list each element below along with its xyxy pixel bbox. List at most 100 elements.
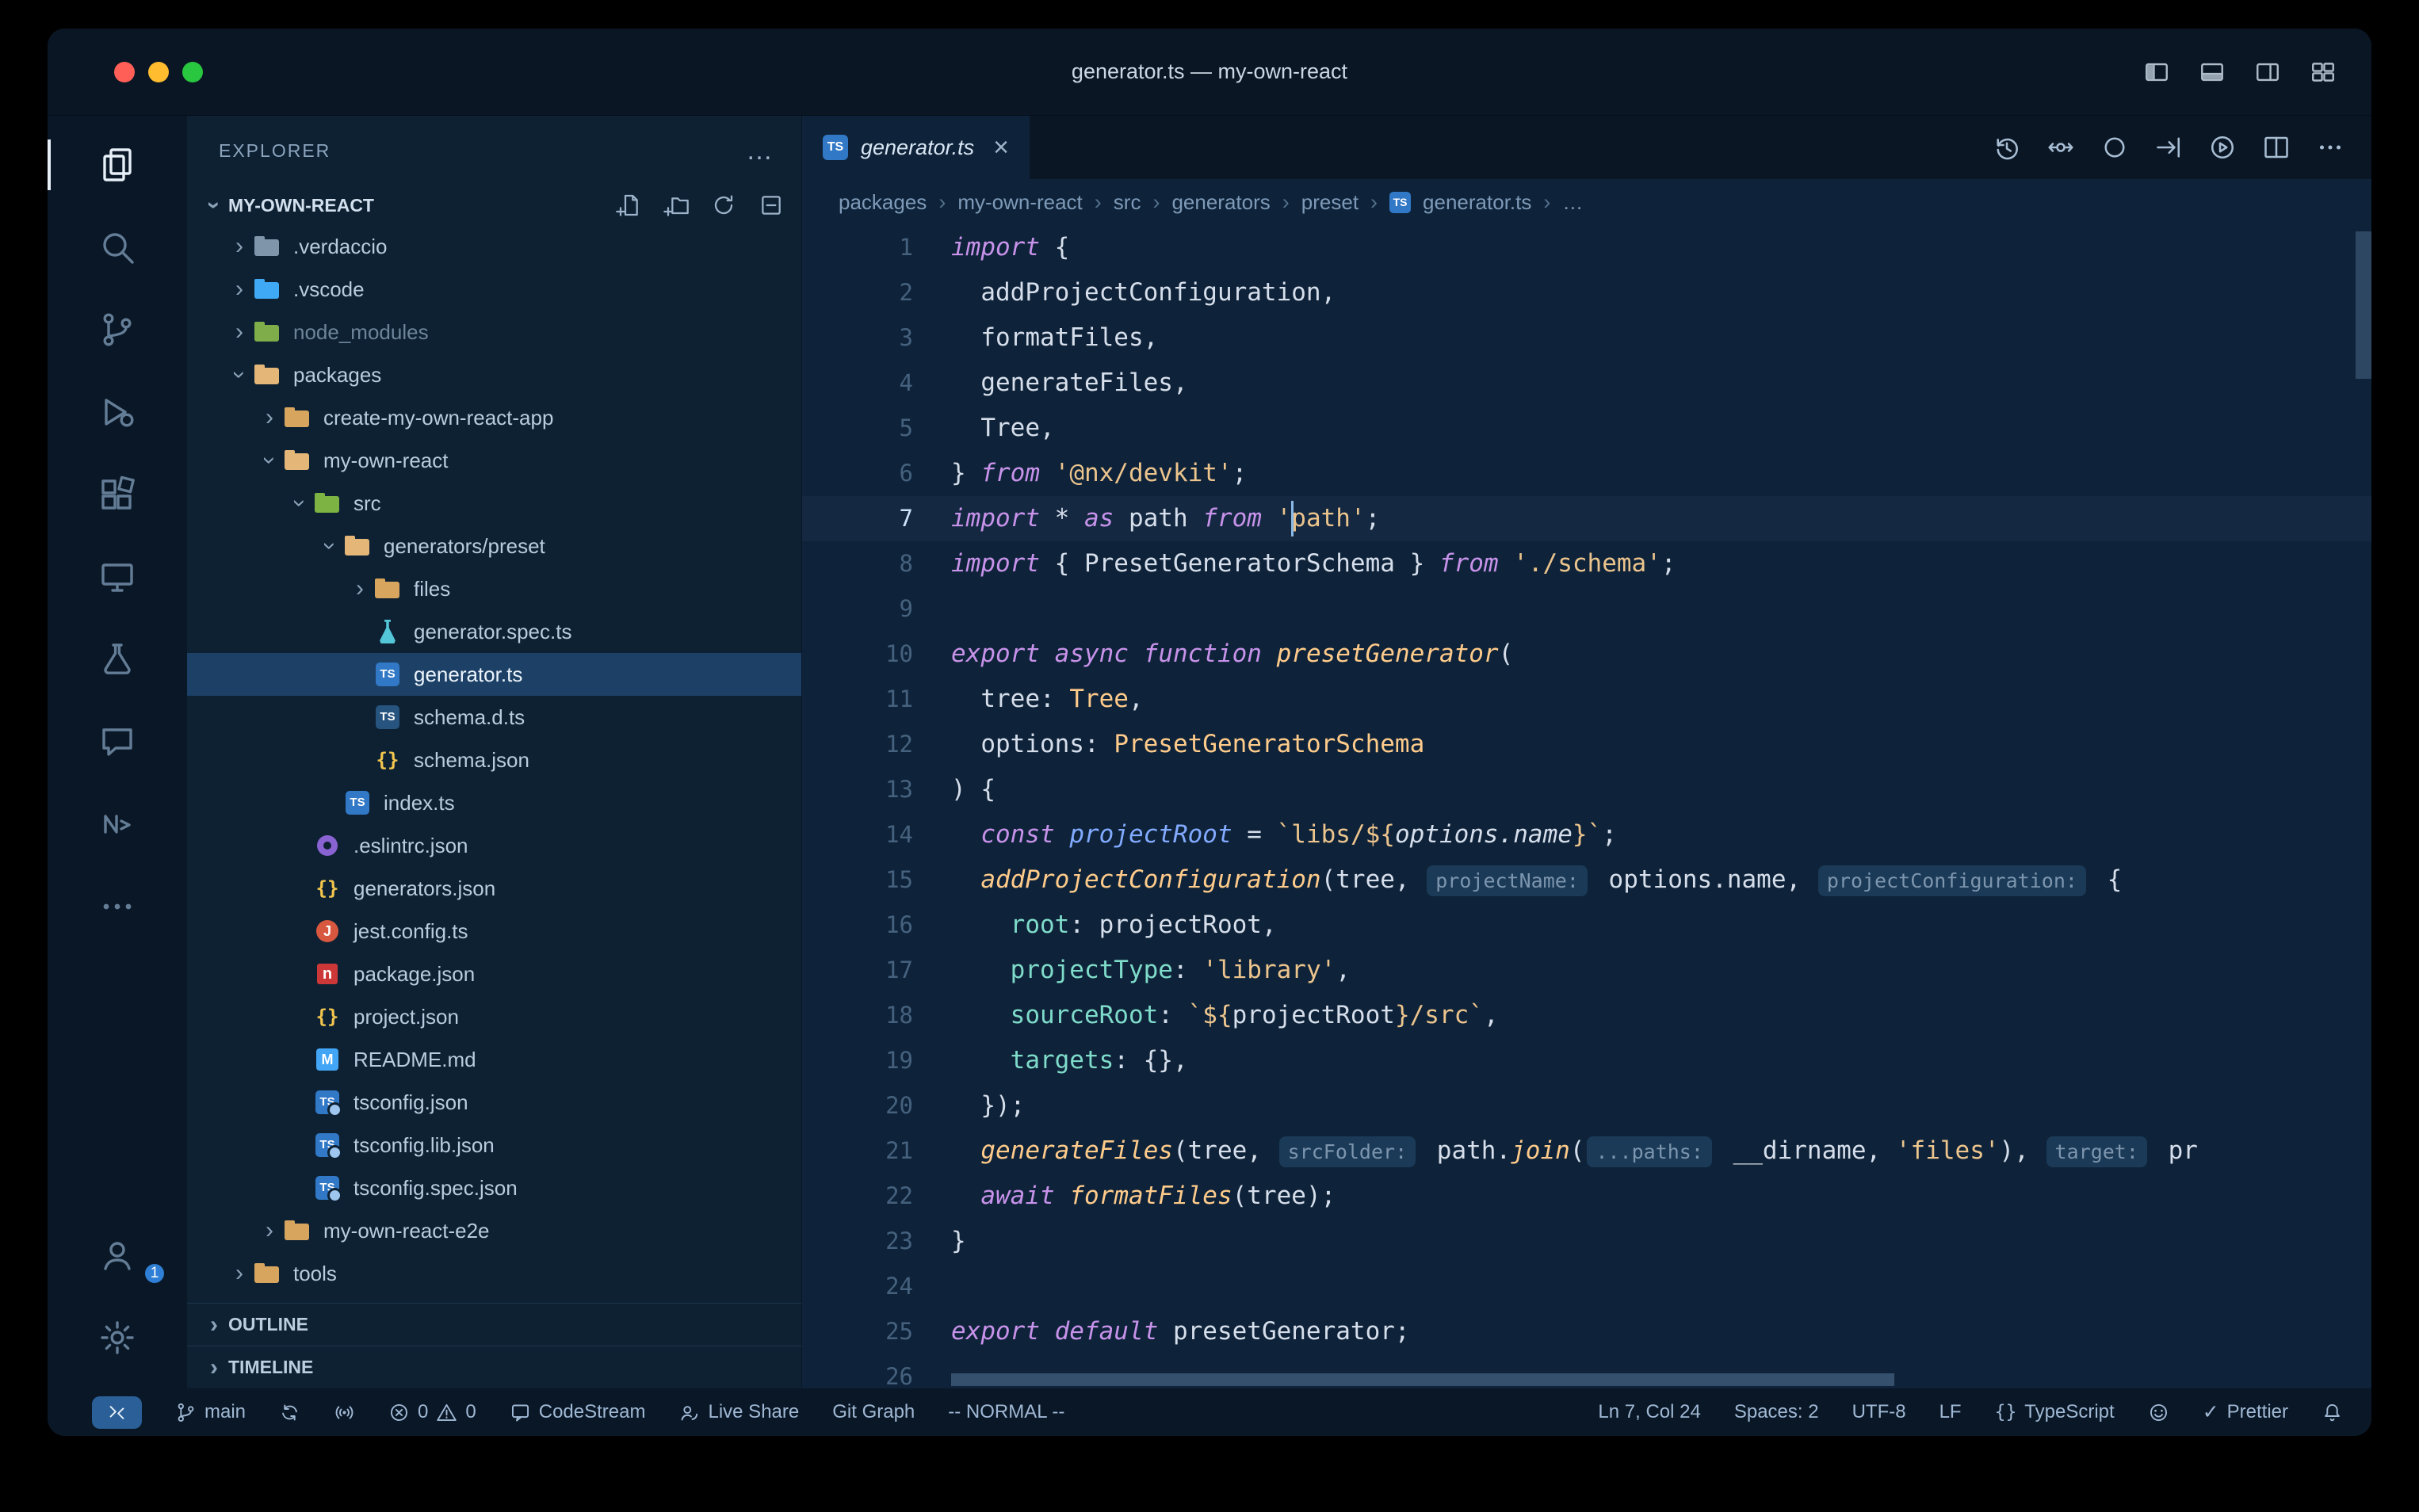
code-line-4[interactable]: 4 generateFiles,: [802, 361, 2371, 406]
tree-item-src[interactable]: src: [187, 482, 801, 525]
code-editor[interactable]: 1import {2 addProjectConfiguration,3 for…: [802, 225, 2371, 1388]
project-section-header[interactable]: MY-OWN-REACT: [187, 185, 801, 225]
nx-console-activity-button[interactable]: [48, 783, 187, 865]
code-line-23[interactable]: 23}: [802, 1219, 2371, 1264]
new-folder-icon[interactable]: [663, 193, 689, 218]
prettier-status[interactable]: Prettier: [2203, 1400, 2288, 1424]
tree-item-schema.json[interactable]: schema.json: [187, 739, 801, 781]
code-line-13[interactable]: 13) {: [802, 767, 2371, 812]
explorer-more-actions-icon[interactable]: [746, 143, 774, 158]
tree-item-.vscode[interactable]: .vscode: [187, 268, 801, 311]
cursor-position-status[interactable]: Ln 7, Col 24: [1598, 1401, 1700, 1423]
tree-item-README.md[interactable]: README.md: [187, 1038, 801, 1081]
customize-layout-icon[interactable]: [2310, 59, 2337, 86]
local-history-icon[interactable]: [1993, 133, 2021, 162]
codestream-status[interactable]: CodeStream: [510, 1401, 646, 1423]
split-editor-icon[interactable]: [2262, 133, 2291, 162]
breadcrumb-preset[interactable]: preset: [1301, 190, 1359, 215]
tree-item-generator.ts[interactable]: generator.ts: [187, 653, 801, 696]
run-file-icon[interactable]: [2154, 133, 2183, 162]
search-activity-button[interactable]: [48, 206, 187, 288]
tree-item-create-my-own-react-app[interactable]: create-my-own-react-app: [187, 396, 801, 439]
toggle-secondary-sidebar-icon[interactable]: [2254, 59, 2281, 86]
breadcrumb-packages[interactable]: packages: [839, 190, 927, 215]
indentation-status[interactable]: Spaces: 2: [1734, 1401, 1819, 1423]
tree-item-.verdaccio[interactable]: .verdaccio: [187, 225, 801, 268]
testing-activity-button[interactable]: [48, 618, 187, 701]
more-actions-icon[interactable]: [2316, 133, 2344, 162]
explorer-activity-button[interactable]: [48, 124, 187, 206]
git-graph-status[interactable]: Git Graph: [832, 1401, 915, 1423]
code-line-10[interactable]: 10export async function presetGenerator(: [802, 632, 2371, 677]
code-line-5[interactable]: 5 Tree,: [802, 406, 2371, 451]
code-line-25[interactable]: 25export default presetGenerator;: [802, 1309, 2371, 1354]
code-line-24[interactable]: 24: [802, 1264, 2371, 1309]
code-line-18[interactable]: 18 sourceRoot: `${projectRoot}/src`,: [802, 993, 2371, 1038]
close-window-button[interactable]: [114, 62, 135, 82]
code-line-6[interactable]: 6} from '@nx/devkit';: [802, 451, 2371, 496]
sync-status[interactable]: [279, 1402, 300, 1423]
tree-item-packages[interactable]: packages: [187, 353, 801, 396]
tree-item-index.ts[interactable]: index.ts: [187, 781, 801, 824]
settings-button[interactable]: [48, 1296, 187, 1379]
code-line-21[interactable]: 21 generateFiles(tree, srcFolder: path.j…: [802, 1128, 2371, 1174]
code-line-20[interactable]: 20 });: [802, 1083, 2371, 1128]
close-tab-icon[interactable]: [993, 134, 1009, 161]
tree-item-.eslintrc.json[interactable]: .eslintrc.json: [187, 824, 801, 867]
tree-item-my-own-react-e2e[interactable]: my-own-react-e2e: [187, 1209, 801, 1252]
code-line-3[interactable]: 3 formatFiles,: [802, 315, 2371, 361]
code-line-1[interactable]: 1import {: [802, 225, 2371, 270]
tree-item-generators.json[interactable]: generators.json: [187, 867, 801, 910]
zoom-window-button[interactable]: [182, 62, 203, 82]
code-line-17[interactable]: 17 projectType: 'library',: [802, 948, 2371, 993]
code-line-9[interactable]: 9: [802, 586, 2371, 632]
tree-item-my-own-react[interactable]: my-own-react: [187, 439, 801, 482]
vim-mode-status[interactable]: -- NORMAL --: [948, 1401, 1064, 1423]
breadcrumb-generators[interactable]: generators: [1171, 190, 1270, 215]
new-file-icon[interactable]: [616, 193, 641, 218]
code-line-8[interactable]: 8import { PresetGeneratorSchema } from '…: [802, 541, 2371, 586]
breadcrumb-file[interactable]: generator.ts: [1423, 190, 1531, 215]
feedback-status[interactable]: [2148, 1402, 2169, 1423]
code-line-19[interactable]: 19 targets: {},: [802, 1038, 2371, 1083]
tree-item-schema.d.ts[interactable]: schema.d.ts: [187, 696, 801, 739]
tree-item-generators/preset[interactable]: generators/preset: [187, 525, 801, 567]
accounts-button[interactable]: 1: [48, 1214, 187, 1296]
toggle-sidebar-icon[interactable]: [2143, 59, 2170, 86]
circle-icon[interactable]: [2100, 133, 2129, 162]
breadcrumb-src[interactable]: src: [1114, 190, 1141, 215]
encoding-status[interactable]: UTF-8: [1852, 1401, 1906, 1423]
tree-item-generator.spec.ts[interactable]: generator.spec.ts: [187, 610, 801, 653]
live-share-status[interactable]: Live Share: [678, 1401, 799, 1423]
notifications-status[interactable]: [2322, 1402, 2343, 1423]
minimize-window-button[interactable]: [148, 62, 169, 82]
code-line-2[interactable]: 2 addProjectConfiguration,: [802, 270, 2371, 315]
source-control-activity-button[interactable]: [48, 288, 187, 371]
tree-item-tsconfig.spec.json[interactable]: tsconfig.spec.json: [187, 1166, 801, 1209]
language-status[interactable]: TypeScript: [1995, 1401, 2115, 1423]
code-line-12[interactable]: 12 options: PresetGeneratorSchema: [802, 722, 2371, 767]
horizontal-scrollbar[interactable]: [951, 1373, 1894, 1386]
code-line-15[interactable]: 15 addProjectConfiguration(tree, project…: [802, 857, 2371, 903]
play-icon[interactable]: [2208, 133, 2237, 162]
timeline-section-header[interactable]: TIMELINE: [187, 1346, 801, 1388]
code-line-22[interactable]: 22 await formatFiles(tree);: [802, 1174, 2371, 1219]
extensions-activity-button[interactable]: [48, 453, 187, 536]
remote-explorer-activity-button[interactable]: [48, 536, 187, 618]
tree-item-jest.config.ts[interactable]: jest.config.ts: [187, 910, 801, 953]
code-line-14[interactable]: 14 const projectRoot = `libs/${options.n…: [802, 812, 2371, 857]
tab-generator-ts[interactable]: TS generator.ts: [802, 116, 1030, 179]
breadcrumb-symbols[interactable]: …: [1562, 190, 1583, 215]
tree-item-package.json[interactable]: package.json: [187, 953, 801, 995]
broadcast-status[interactable]: [334, 1402, 355, 1423]
run-debug-activity-button[interactable]: [48, 371, 187, 453]
git-branch-status[interactable]: main: [175, 1401, 246, 1423]
tree-item-project.json[interactable]: project.json: [187, 995, 801, 1038]
open-changes-icon[interactable]: [2046, 133, 2075, 162]
code-line-11[interactable]: 11 tree: Tree,: [802, 677, 2371, 722]
toggle-panel-icon[interactable]: [2199, 59, 2226, 86]
collapse-all-icon[interactable]: [759, 193, 784, 218]
outline-section-header[interactable]: OUTLINE: [187, 1303, 801, 1346]
tree-item-tsconfig.json[interactable]: tsconfig.json: [187, 1081, 801, 1124]
code-line-7[interactable]: 7import * as path from 'path';: [802, 496, 2371, 541]
